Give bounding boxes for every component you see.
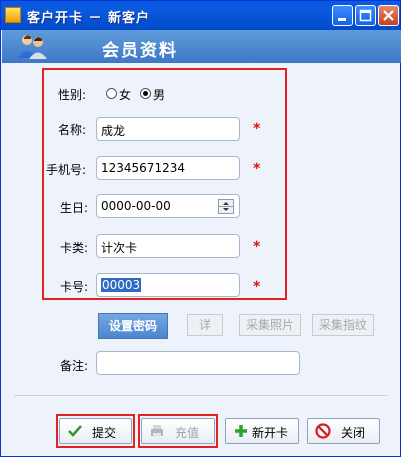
remark-label: 备注: (60, 359, 89, 373)
phone-required-mark: * (253, 161, 261, 177)
phone-label: 手机号: (46, 163, 87, 177)
recharge-label: 充值 (175, 426, 200, 440)
maximize-icon (359, 9, 372, 22)
close-label: 关闭 (341, 426, 366, 440)
capture-fingerprint-button[interactable]: 采集指纹 (312, 314, 374, 336)
close-window-button[interactable] (378, 5, 399, 26)
section-header: 会员资料 (2, 30, 401, 63)
capture-photo-button[interactable]: 采集照片 (239, 314, 301, 336)
birthday-picker[interactable]: 0000-00-00 (96, 194, 240, 218)
card-number-label: 卡号: (60, 280, 89, 294)
spin-down-icon[interactable] (219, 207, 233, 213)
name-input[interactable]: 成龙 (96, 117, 240, 141)
birthday-spinner[interactable] (218, 199, 234, 214)
gender-male-radio[interactable] (140, 88, 151, 99)
submit-label: 提交 (92, 426, 117, 440)
gender-female-label[interactable]: 女 (119, 86, 131, 103)
close-button[interactable]: 关闭 (307, 418, 380, 444)
checkmark-icon (68, 425, 82, 437)
card-type-input[interactable]: 计次卡 (96, 234, 240, 258)
detail-button[interactable]: 详 (187, 314, 223, 336)
plus-icon (235, 425, 247, 437)
card-type-required-mark: * (253, 239, 261, 255)
card-number-value: 00003 (101, 278, 142, 292)
maximize-button[interactable] (355, 5, 376, 26)
minimize-icon (338, 18, 346, 21)
birthday-value: 0000-00-00 (101, 199, 171, 213)
minimize-button[interactable] (332, 5, 353, 26)
remark-input[interactable] (96, 351, 300, 375)
birthday-label: 生日: (60, 201, 89, 215)
cancel-icon (315, 423, 331, 439)
card-type-label: 卡类: (60, 241, 89, 255)
set-password-button[interactable]: 设置密码 (98, 313, 168, 339)
recharge-button[interactable]: 充值 (141, 418, 215, 444)
close-icon (383, 10, 394, 21)
app-icon (5, 7, 21, 23)
customer-card-window: 客户开卡 － 新客户 会员资料 性别: 女 男 名称: 成龙 * 手机号: 12… (0, 0, 401, 457)
gender-female-radio[interactable] (106, 88, 117, 99)
name-required-mark: * (253, 121, 261, 137)
new-card-button[interactable]: 新开卡 (225, 418, 299, 444)
printer-icon (151, 425, 163, 437)
card-number-required-mark: * (253, 279, 261, 295)
gender-male-label[interactable]: 男 (153, 86, 165, 103)
members-icon (18, 35, 47, 59)
spin-up-icon[interactable] (219, 200, 233, 207)
new-card-label: 新开卡 (252, 426, 289, 440)
phone-input[interactable]: 12345671234 (96, 156, 240, 180)
title-bar[interactable]: 客户开卡 － 新客户 (1, 1, 400, 30)
gender-label: 性别: (58, 88, 87, 102)
name-label: 名称: (58, 123, 87, 137)
submit-button[interactable]: 提交 (59, 418, 132, 444)
section-title: 会员资料 (102, 41, 178, 61)
card-number-input[interactable]: 00003 (96, 273, 240, 297)
footer-divider (14, 395, 388, 396)
window-title: 客户开卡 － 新客户 (27, 11, 151, 26)
